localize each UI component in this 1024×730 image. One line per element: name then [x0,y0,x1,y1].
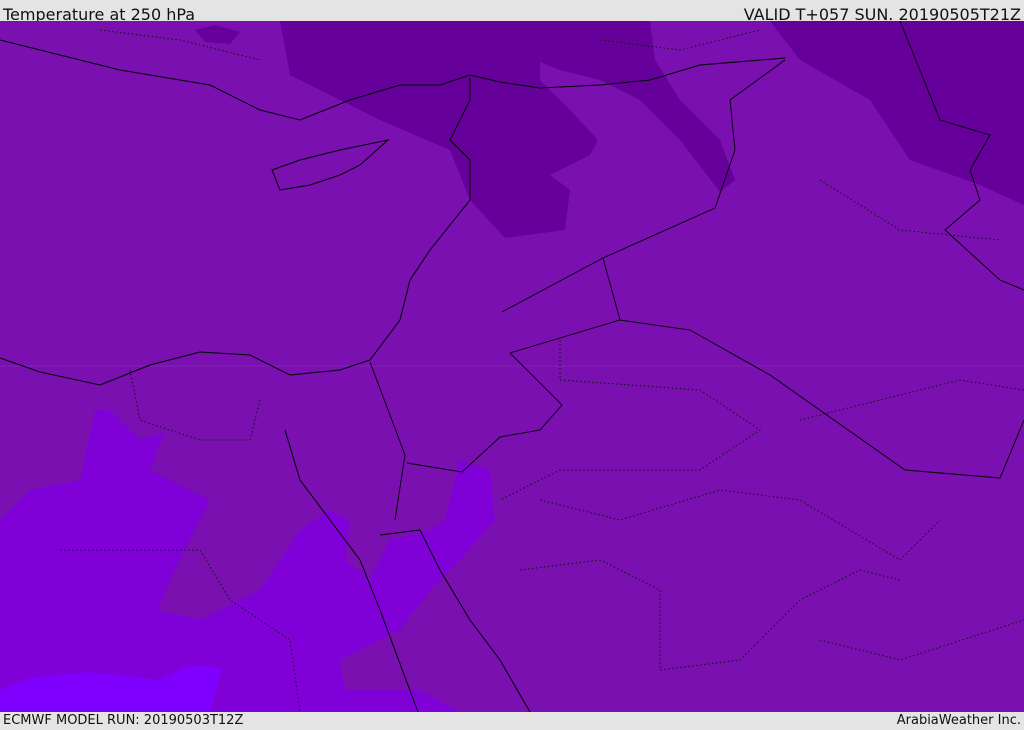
credit: ArabiaWeather Inc. [896,713,1021,728]
model-run: ECMWF MODEL RUN: 20190503T12Z [3,713,244,728]
footer-bar: ECMWF MODEL RUN: 20190503T12Z ArabiaWeat… [0,712,1024,729]
temperature-map [0,21,1024,712]
header-bar: Temperature at 250 hPa VALID T+057 SUN. … [0,0,1024,24]
